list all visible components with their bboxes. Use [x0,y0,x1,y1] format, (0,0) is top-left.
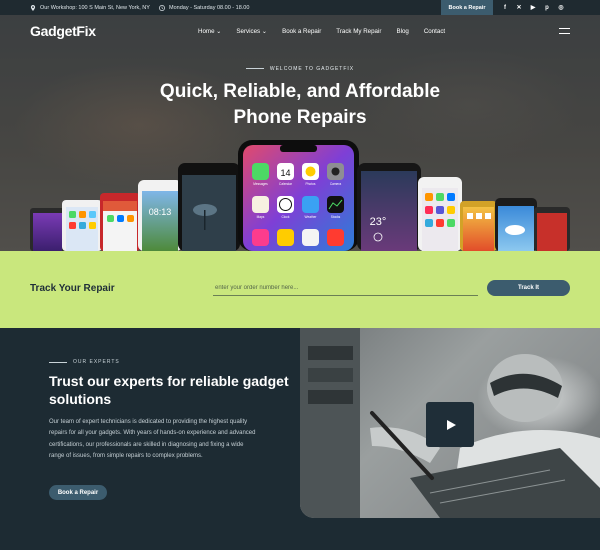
logo[interactable]: GadgetFix [30,23,96,39]
play-video-button[interactable] [426,402,474,447]
facebook-icon[interactable]: f [502,5,508,11]
social-links: f ✕ ▶ p ◎ [502,0,564,15]
address-text: Our Workshop: 100 S Main St, New York, N… [40,4,150,11]
hamburger-menu-icon[interactable] [559,28,570,34]
topbar-book-repair-button[interactable]: Book a Repair [441,0,493,15]
experts-body: Our team of expert technicians is dedica… [49,419,256,460]
hero-title: Quick, Reliable, and Affordable Phone Re… [100,79,500,131]
play-icon [446,419,456,430]
hero-title-line-1: Quick, Reliable, and Affordable [159,81,441,102]
phone-right-white [418,177,462,251]
phone-red [100,193,140,251]
app-label-messages: Messages [253,182,268,186]
order-number-input[interactable] [213,280,478,296]
track-repair-section: Track Your Repair Track It [0,251,600,328]
app-label-photos: Photos [306,182,316,186]
pinterest-icon[interactable]: p [544,5,550,11]
phone-iphone-landscape: 08:13 [138,180,182,251]
phone-left-white [62,200,102,251]
right-phone-weather: 23° [370,216,387,228]
experts-book-repair-button[interactable]: Book a Repair [49,485,107,500]
nav-item-book-repair[interactable]: Book a Repair [282,28,321,35]
hero-section: GadgetFix Home ⌄ Services ⌄ Book a Repai… [0,15,600,251]
main-nav: GadgetFix Home ⌄ Services ⌄ Book a Repai… [0,15,600,49]
nav-menu: Home ⌄ Services ⌄ Book a Repair Track My… [198,28,445,35]
location-pin-icon [30,4,36,11]
phone-orange [460,201,497,251]
hero-title-line-2: Phone Repairs [233,107,367,128]
phones-illustration: 08:13 14 Messages Calendar Photos Camera… [30,140,570,251]
phone-right-purple: 23° [357,163,421,251]
phone-far-right [534,207,570,251]
hours-text: Monday - Saturday 08.00 - 18.00 [169,4,250,11]
left-phone-time: 08:13 [149,207,172,217]
instagram-icon[interactable]: ◎ [558,5,564,11]
phone-far-left [30,208,65,251]
app-label-clock: Clock [282,215,290,219]
technician-photo [300,328,600,518]
track-title: Track Your Repair [30,283,115,294]
track-it-button[interactable]: Track It [487,280,570,296]
x-icon[interactable]: ✕ [516,5,522,11]
nav-item-blog[interactable]: Blog [396,28,408,35]
youtube-icon[interactable]: ▶ [530,5,536,11]
phone-sky [495,198,537,251]
app-label-calendar: Calendar [279,182,293,186]
nav-item-track-repair[interactable]: Track My Repair [336,28,381,35]
hours-info: Monday - Saturday 08.00 - 18.00 [159,0,249,15]
app-label-camera: Camera [330,182,342,186]
nav-item-contact[interactable]: Contact [424,28,445,35]
experts-section: OUR EXPERTS Trust our experts for reliab… [0,328,600,550]
calendar-day: 14 [280,168,290,178]
app-label-weather: Weather [305,215,318,219]
nav-item-services[interactable]: Services ⌄ [236,28,267,35]
nav-item-home[interactable]: Home ⌄ [198,28,221,35]
clock-icon [159,4,165,11]
app-label-stocks: Stocks [331,215,341,219]
phone-center: 14 Messages Calendar Photos Camera Maps … [238,140,359,251]
experts-title: Trust our experts for reliable gadget so… [49,373,289,407]
app-label-maps: Maps [257,215,265,219]
experts-eyebrow: OUR EXPERTS [49,359,120,365]
top-bar: Our Workshop: 100 S Main St, New York, N… [0,0,600,15]
hero-eyebrow: WELCOME TO GADGETFIX [0,66,600,72]
phone-rain [178,163,240,251]
address-info: Our Workshop: 100 S Main St, New York, N… [30,0,150,15]
